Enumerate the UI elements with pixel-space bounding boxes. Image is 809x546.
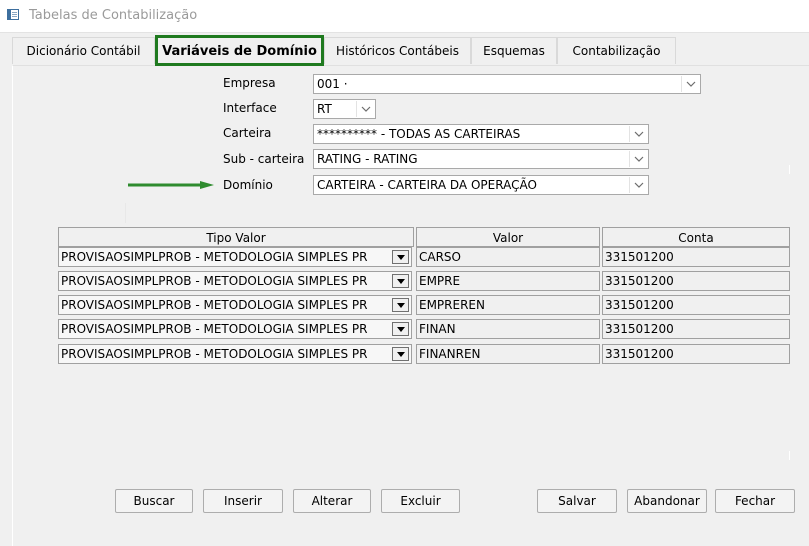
chevron-down-icon[interactable]	[629, 126, 647, 142]
alterar-button[interactable]: Alterar	[293, 489, 371, 513]
tab-contabilizacao[interactable]: Contabilização	[557, 37, 676, 64]
dropdown-arrow-icon[interactable]	[392, 274, 409, 288]
carteira-label: Carteira	[223, 126, 272, 140]
chevron-down-icon[interactable]	[681, 76, 699, 92]
carteira-combo[interactable]: ********** - TODAS AS CARTEIRAS	[313, 124, 649, 144]
tipo-valor-text: PROVISAOSIMPLPROB - METODOLOGIA SIMPLES …	[61, 298, 368, 312]
excluir-button[interactable]: Excluir	[381, 489, 460, 513]
divider	[125, 203, 126, 223]
tipo-valor-text: PROVISAOSIMPLPROB - METODOLOGIA SIMPLES …	[61, 347, 368, 361]
carteira-value: ********** - TODAS AS CARTEIRAS	[317, 127, 521, 141]
column-header-conta[interactable]: Conta	[602, 227, 790, 247]
interface-value: RT	[317, 102, 332, 116]
divider	[789, 165, 790, 174]
tab-variaveis-de-dominio[interactable]: Variáveis de Domínio	[155, 35, 324, 66]
conta-cell[interactable]: 331501200	[602, 295, 790, 315]
tipo-valor-cell[interactable]: PROVISAOSIMPLPROB - METODOLOGIA SIMPLES …	[58, 271, 412, 291]
abandonar-button[interactable]: Abandonar	[627, 489, 707, 513]
valor-cell[interactable]: FINANREN	[416, 344, 600, 364]
salvar-button[interactable]: Salvar	[537, 489, 617, 513]
dominio-combo[interactable]: CARTEIRA - CARTEIRA DA OPERAÇÃO	[313, 175, 649, 195]
valor-cell[interactable]: FINAN	[416, 319, 600, 339]
fechar-button[interactable]: Fechar	[715, 489, 795, 513]
window-title: Tabelas de Contabilização	[29, 8, 198, 23]
dominio-value: CARTEIRA - CARTEIRA DA OPERAÇÃO	[317, 178, 537, 192]
buscar-button[interactable]: Buscar	[115, 489, 193, 513]
tipo-valor-cell[interactable]: PROVISAOSIMPLPROB - METODOLOGIA SIMPLES …	[58, 319, 412, 339]
chevron-down-icon[interactable]	[629, 151, 647, 167]
subcarteira-value: RATING - RATING	[317, 152, 418, 166]
conta-cell[interactable]: 331501200	[602, 319, 790, 339]
tipo-valor-text: PROVISAOSIMPLPROB - METODOLOGIA SIMPLES …	[61, 250, 368, 264]
conta-cell[interactable]: 331501200	[602, 344, 790, 364]
tipo-valor-text: PROVISAOSIMPLPROB - METODOLOGIA SIMPLES …	[61, 274, 368, 288]
conta-cell[interactable]: 331501200	[602, 247, 790, 267]
dropdown-arrow-icon[interactable]	[392, 322, 409, 336]
conta-cell[interactable]: 331501200	[602, 271, 790, 291]
tipo-valor-cell[interactable]: PROVISAOSIMPLPROB - METODOLOGIA SIMPLES …	[58, 344, 412, 364]
tab-esquemas[interactable]: Esquemas	[471, 37, 557, 64]
tipo-valor-cell[interactable]: PROVISAOSIMPLPROB - METODOLOGIA SIMPLES …	[58, 295, 412, 315]
tipo-valor-text: PROVISAOSIMPLPROB - METODOLOGIA SIMPLES …	[61, 322, 368, 336]
interface-combo[interactable]: RT	[313, 99, 376, 119]
dropdown-arrow-icon[interactable]	[392, 298, 409, 312]
chevron-down-icon[interactable]	[356, 101, 374, 117]
subcarteira-label: Sub - carteira	[223, 152, 305, 166]
subcarteira-combo[interactable]: RATING - RATING	[313, 149, 649, 169]
valor-cell[interactable]: EMPRE	[416, 271, 600, 291]
tab-strip: Dicionário Contábil Variáveis de Domínio…	[0, 35, 809, 66]
interface-label: Interface	[223, 101, 277, 115]
values-grid: Tipo Valor Valor Conta PROVISAOSIMPLPROB…	[58, 227, 790, 369]
tab-dicionario-contabil[interactable]: Dicionário Contábil	[12, 37, 155, 64]
divider	[789, 451, 790, 460]
column-header-valor[interactable]: Valor	[416, 227, 600, 247]
empresa-combo[interactable]: 001 ·	[313, 74, 701, 94]
tab-historicos-contabeis[interactable]: Históricos Contábeis	[324, 37, 471, 64]
inserir-button[interactable]: Inserir	[203, 489, 283, 513]
valor-cell[interactable]: EMPREREN	[416, 295, 600, 315]
dropdown-arrow-icon[interactable]	[392, 250, 409, 264]
valor-cell[interactable]: CARSO	[416, 247, 600, 267]
dropdown-arrow-icon[interactable]	[392, 347, 409, 361]
tipo-valor-cell[interactable]: PROVISAOSIMPLPROB - METODOLOGIA SIMPLES …	[58, 247, 412, 267]
green-arrow-icon	[128, 181, 214, 189]
column-header-tipo-valor[interactable]: Tipo Valor	[58, 227, 414, 247]
title-bar: Tabelas de Contabilização	[0, 0, 809, 33]
dominio-label: Domínio	[223, 178, 273, 192]
chevron-down-icon[interactable]	[629, 177, 647, 193]
empresa-label: Empresa	[223, 76, 276, 90]
table-app-icon	[7, 9, 19, 20]
empresa-value: 001 ·	[317, 77, 348, 91]
